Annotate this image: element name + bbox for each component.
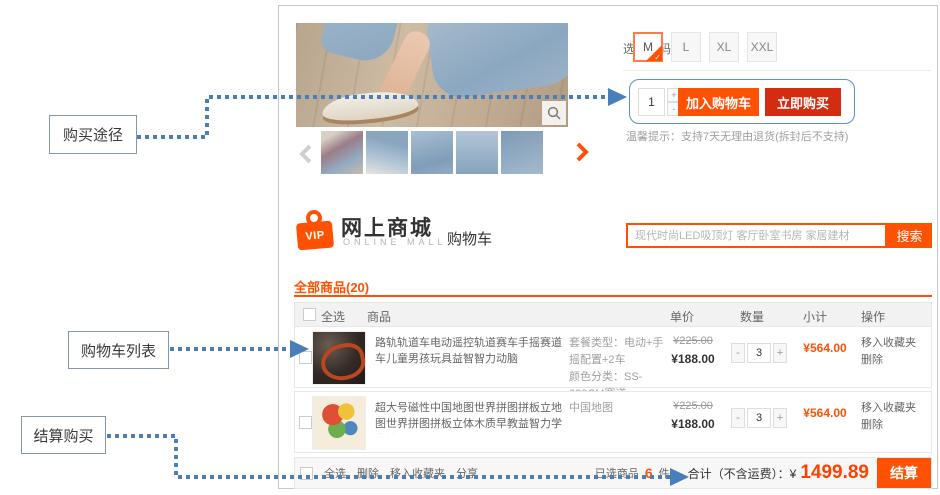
buy-action-group: + - 加入购物车 立即购买 <box>629 79 855 124</box>
row-quantity-stepper: - + <box>731 343 787 363</box>
total-value: 1499.89 <box>800 462 869 484</box>
spec-line: 中国地图 <box>569 400 669 417</box>
column-actions: 操作 <box>861 308 885 325</box>
jeans-shape <box>319 23 400 67</box>
product-main-image <box>296 23 568 127</box>
annotation-purchase-path: 购买途径 <box>49 115 137 154</box>
footer-delete-link[interactable]: 删除 <box>357 465 379 481</box>
product-image[interactable] <box>312 396 366 450</box>
annotation-checkout-label: 结算购买 <box>33 425 93 446</box>
checkout-button[interactable]: 结算 <box>877 458 931 488</box>
row-quantity-stepper: - + <box>731 408 787 428</box>
selected-count: 6 <box>643 465 655 481</box>
search-button[interactable]: 搜索 <box>887 223 932 248</box>
footer-select-all-checkbox[interactable] <box>300 467 313 480</box>
thumbnail[interactable] <box>321 131 363 174</box>
original-price: ¥225.00 <box>673 400 713 412</box>
tab-underline <box>294 295 932 297</box>
size-option-xl[interactable]: XL <box>709 32 739 62</box>
brand-subtitle: ONLINE MALL <box>343 237 447 247</box>
cart-row: 路轨轨道车电动遥控轨道赛车手摇赛道车儿童男孩玩具益智智力动脑 套餐类型：电动+手… <box>294 326 932 388</box>
size-option-xxl[interactable]: XXL <box>747 32 777 62</box>
product-image[interactable] <box>312 331 366 385</box>
footer-share-link[interactable]: 分享 <box>456 465 478 481</box>
original-price: ¥225.00 <box>673 335 713 347</box>
size-options: M✓ L XL XXL <box>633 32 777 62</box>
row-checkbox[interactable] <box>299 416 312 429</box>
jeans-shape <box>425 23 568 101</box>
gallery-next-icon[interactable] <box>576 142 589 162</box>
checkmark-icon: ✓ <box>654 53 661 62</box>
unit-price-cell: ¥225.00 ¥188.00 <box>667 335 719 366</box>
delete-link[interactable]: 删除 <box>861 417 916 434</box>
tab-all-products[interactable]: 全部商品(20) <box>294 277 369 296</box>
cart-table-header: 全选 商品 单价 数量 小计 操作 <box>294 302 932 327</box>
annotation-cart-list: 购物车列表 <box>68 331 169 369</box>
size-option-label: XXL <box>751 40 774 54</box>
row-actions: 移入收藏夹 删除 <box>861 400 916 434</box>
page-title: 购物车 <box>447 228 492 249</box>
row-subtotal: ¥564.00 <box>795 406 855 420</box>
move-to-favorites-link[interactable]: 移入收藏夹 <box>861 335 916 352</box>
thumbnail[interactable] <box>501 131 543 174</box>
divider <box>623 70 931 71</box>
row-qty-input[interactable] <box>747 343 771 363</box>
vip-badge: VIP <box>305 229 325 243</box>
cart-row: 超大号磁性中国地图世界拼图拼板立地图世界拼图拼板立体木质早教益智力学生地理男 中… <box>294 391 932 453</box>
buy-now-button[interactable]: 立即购买 <box>765 88 841 116</box>
return-policy-notice: 温馨提示：支持7天无理由退货(拆封后不支持) <box>626 128 848 144</box>
thumbnail[interactable] <box>456 131 498 174</box>
annotation-checkout: 结算购买 <box>21 416 106 454</box>
footer-select-all-link[interactable]: 全选 <box>324 465 346 481</box>
row-qty-decrease-button[interactable]: - <box>731 408 745 428</box>
selected-prefix: 已选商品 <box>595 465 639 481</box>
size-option-label: XL <box>717 40 732 54</box>
totals-summary: 已选商品 6 件 合计（不含运费）：¥ 1499.89 <box>595 458 869 488</box>
row-actions: 移入收藏夹 删除 <box>861 335 916 369</box>
selected-suffix: 件 <box>659 465 670 481</box>
column-subtotal: 小计 <box>803 308 827 325</box>
zoom-magnifier-icon[interactable] <box>542 101 566 125</box>
current-price: ¥188.00 <box>667 417 719 431</box>
select-all-checkbox[interactable] <box>303 308 316 321</box>
add-to-cart-button[interactable]: 加入购物车 <box>678 88 759 116</box>
product-title[interactable]: 超大号磁性中国地图世界拼图拼板立地图世界拼图拼板立体木质早教益智力学生地理男 <box>375 400 563 434</box>
footer-move-to-favorites-link[interactable]: 移入收藏夹 <box>390 465 445 481</box>
annotation-purchase-path-label: 购买途径 <box>63 124 123 145</box>
row-qty-increase-button[interactable]: + <box>773 408 787 428</box>
column-product: 商品 <box>367 308 391 325</box>
page: 购买途径 购物车列表 结算购买 选择尺码: <box>0 0 940 495</box>
main-panel: 选择尺码: M✓ L XL XXL + - 加入购物车 立即购买 温馨提示：支持… <box>278 5 938 489</box>
search-input[interactable] <box>626 223 887 248</box>
size-option-m[interactable]: M✓ <box>633 32 663 62</box>
row-checkbox[interactable] <box>299 351 312 364</box>
total-label: 合计（不含运费）：¥ <box>688 465 797 482</box>
gallery-prev-icon[interactable] <box>299 144 312 164</box>
row-qty-input[interactable] <box>747 408 771 428</box>
annotation-cart-list-label: 购物车列表 <box>81 340 156 361</box>
cart-footer-bar: 全选 删除 移入收藏夹 分享 已选商品 6 件 合计（不含运费）：¥ 1499.… <box>294 457 932 489</box>
row-qty-increase-button[interactable]: + <box>773 343 787 363</box>
move-to-favorites-link[interactable]: 移入收藏夹 <box>861 400 916 417</box>
delete-link[interactable]: 删除 <box>861 352 916 369</box>
product-specs: 中国地图 <box>569 400 669 417</box>
spec-line: 套餐类型：电动+手摇配置+2车 <box>569 335 669 369</box>
row-subtotal: ¥564.00 <box>795 341 855 355</box>
product-title[interactable]: 路轨轨道车电动遥控轨道赛车手摇赛道车儿童男孩玩具益智智力动脑 <box>375 335 563 367</box>
column-unit-price: 单价 <box>670 308 694 325</box>
size-option-l[interactable]: L <box>671 32 701 62</box>
current-price: ¥188.00 <box>667 352 719 366</box>
quantity-input[interactable] <box>638 88 665 116</box>
unit-price-cell: ¥225.00 ¥188.00 <box>667 400 719 431</box>
thumbnail-strip <box>321 131 543 174</box>
column-select-all: 全选 <box>321 308 345 325</box>
size-option-label: M <box>643 40 653 54</box>
thumbnail[interactable] <box>366 131 408 174</box>
row-qty-decrease-button[interactable]: - <box>731 343 745 363</box>
size-option-label: L <box>683 40 690 54</box>
column-quantity: 数量 <box>740 308 764 325</box>
footer-links: 全选 删除 移入收藏夹 分享 <box>300 458 478 488</box>
shopping-bag-logo-icon[interactable]: VIP <box>296 209 336 251</box>
thumbnail[interactable] <box>411 131 453 174</box>
